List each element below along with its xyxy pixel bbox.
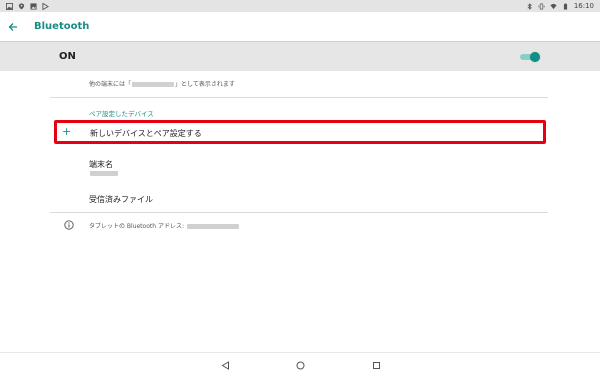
received-files-row[interactable]: 受信済みファイル <box>0 190 600 208</box>
battery-icon <box>563 2 567 10</box>
image-icon <box>6 2 13 10</box>
status-bar: 16:10 <box>0 0 600 12</box>
status-time: 16:10 <box>573 2 594 10</box>
system-navigation-bar <box>0 352 600 375</box>
device-name-title: 端末名 <box>89 160 113 169</box>
bluetooth-toggle-switch[interactable] <box>520 51 540 62</box>
plus-icon: + <box>62 125 72 138</box>
nav-back-button[interactable] <box>218 358 232 372</box>
toggle-thumb <box>530 51 540 62</box>
blurred-device-name <box>132 82 175 87</box>
back-triangle-icon <box>221 360 229 370</box>
bluetooth-address-row: タブレットの Bluetooth アドレス: <box>0 216 600 234</box>
bluetooth-address-text: タブレットの Bluetooth アドレス: <box>89 221 240 230</box>
bluetooth-master-toggle-row[interactable]: ON <box>0 41 600 71</box>
nav-recents-button[interactable] <box>369 358 383 372</box>
home-circle-icon <box>296 361 304 369</box>
map-pin-icon <box>18 2 25 10</box>
blurred-device-name-value <box>90 171 118 176</box>
pair-new-device-button[interactable]: + 新しいデバイスとペア設定する <box>54 120 546 144</box>
status-right-icons: 16:10 <box>526 2 594 10</box>
visibility-suffix: 」として表示されます <box>175 81 235 88</box>
bluetooth-settings-screen: 16:10 Bluetooth ON 他の端末には「 」として表示されます ペア設… <box>0 0 600 375</box>
gallery-icon <box>30 2 37 10</box>
blurred-bluetooth-address <box>186 224 239 229</box>
page-title: Bluetooth <box>34 21 90 32</box>
vibrate-icon <box>538 3 545 9</box>
toggle-state-label: ON <box>59 51 76 62</box>
nav-home-button[interactable] <box>293 358 307 372</box>
paired-devices-section-header: ペア設定したデバイス <box>89 110 154 118</box>
recents-square-icon <box>372 361 380 369</box>
bluetooth-icon <box>527 2 532 10</box>
pair-new-device-label: 新しいデバイスとペア設定する <box>90 129 202 138</box>
app-bar: Bluetooth <box>0 12 600 41</box>
divider <box>50 212 548 213</box>
bluetooth-address-label: タブレットの Bluetooth アドレス: <box>89 223 186 230</box>
divider <box>50 97 548 98</box>
arrow-left-icon <box>8 22 17 31</box>
back-button[interactable] <box>0 14 26 40</box>
device-name-row[interactable]: 端末名 <box>0 155 600 183</box>
info-icon <box>64 220 74 230</box>
wifi-icon <box>550 3 557 9</box>
received-files-title: 受信済みファイル <box>89 195 153 204</box>
play-store-icon <box>42 2 49 10</box>
status-left-icons <box>6 2 49 10</box>
visibility-description: 他の端末には「 」として表示されます <box>89 79 235 88</box>
visibility-prefix: 他の端末には「 <box>89 81 132 88</box>
